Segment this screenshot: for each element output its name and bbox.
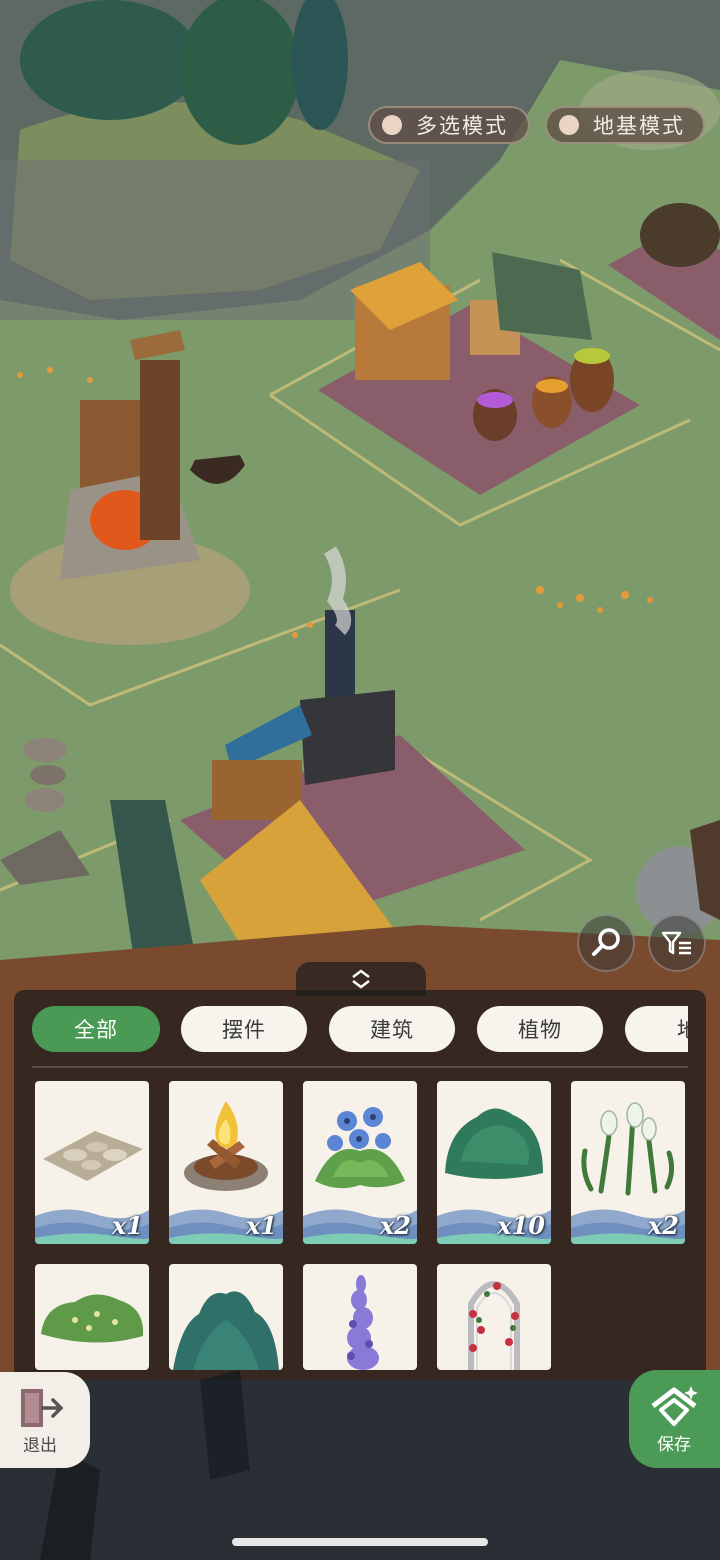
filter-icon <box>661 931 691 955</box>
tab-ground[interactable]: 地 <box>625 1006 688 1052</box>
item-quantity: x2 <box>647 1211 679 1240</box>
tab-divider <box>32 1066 688 1068</box>
item-quantity: x1 <box>245 1211 277 1240</box>
stone-path-icon <box>43 1131 143 1181</box>
search-icon <box>592 928 620 956</box>
item-card-blue-flower-bush[interactable]: x2 <box>303 1081 417 1244</box>
campfire-icon <box>184 1101 268 1191</box>
snowdrop-icon <box>581 1102 675 1196</box>
multi-select-mode-toggle[interactable]: 多选模式 <box>368 106 530 144</box>
category-tabs: 全部 摆件 建筑 植物 地 <box>32 1006 688 1054</box>
tab-plants[interactable]: 植物 <box>477 1006 603 1052</box>
blue-flower-icon <box>315 1107 405 1189</box>
exit-door-icon <box>21 1388 64 1427</box>
tab-buildings[interactable]: 建筑 <box>329 1006 455 1052</box>
item-card-teal-bush[interactable] <box>169 1264 283 1370</box>
toggle-off-icon <box>382 115 402 135</box>
item-card-flowering-hedge[interactable] <box>35 1264 149 1370</box>
shrub-icon <box>445 1108 543 1179</box>
save-house-icon <box>651 1385 698 1426</box>
item-card-rose-arch[interactable] <box>437 1264 551 1370</box>
home-indicator[interactable] <box>232 1538 488 1546</box>
rose-arch-icon <box>468 1281 520 1370</box>
item-card-green-shrub[interactable]: x10 <box>437 1081 551 1244</box>
item-quantity: x2 <box>379 1211 411 1240</box>
exit-label: 退出 <box>23 1435 57 1456</box>
multi-select-mode-label: 多选模式 <box>416 114 508 138</box>
item-quantity: x1 <box>111 1211 143 1240</box>
hedge-icon <box>41 1294 144 1343</box>
save-button[interactable]: 保存 <box>629 1370 720 1468</box>
foundation-mode-label: 地基模式 <box>593 114 685 138</box>
tab-decorations[interactable]: 摆件 <box>181 1006 307 1052</box>
item-quantity: x10 <box>497 1211 545 1240</box>
toggle-off-icon <box>559 115 579 135</box>
bush-icon <box>173 1291 279 1370</box>
save-label: 保存 <box>657 1434 691 1455</box>
filter-button[interactable] <box>648 914 706 972</box>
exit-button[interactable]: 退出 <box>0 1372 90 1468</box>
search-button[interactable] <box>577 914 635 972</box>
item-card-purple-lupine[interactable] <box>303 1264 417 1370</box>
tab-all[interactable]: 全部 <box>32 1006 160 1052</box>
lupine-icon <box>347 1275 379 1370</box>
foundation-mode-toggle[interactable]: 地基模式 <box>545 106 705 144</box>
item-card-snowdrop-flowers[interactable]: x2 <box>571 1081 685 1244</box>
item-card-stone-path[interactable]: x1 <box>35 1081 149 1244</box>
expand-collapse-icon <box>352 969 370 989</box>
item-card-campfire[interactable]: x1 <box>169 1081 283 1244</box>
